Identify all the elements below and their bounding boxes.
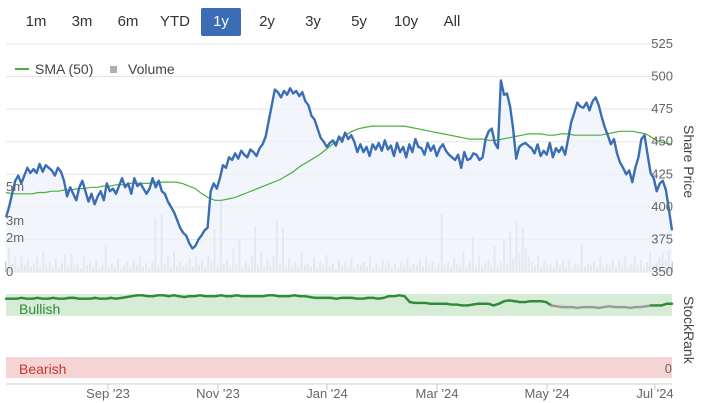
price-axis-title: Share Price xyxy=(681,125,697,198)
price-tick-label: 375 xyxy=(651,231,673,246)
price-tick-label: 500 xyxy=(651,69,673,84)
volume-tick-label: 3m xyxy=(6,213,24,228)
bearish-band xyxy=(6,357,672,378)
volume-tick-label: 5m xyxy=(6,179,24,194)
stockrank-tick-label: 0 xyxy=(665,361,672,376)
volume-tick-label: 2m xyxy=(6,230,24,245)
chart-legend: SMA (50) Volume xyxy=(15,61,175,77)
price-tick-label: 350 xyxy=(651,264,673,279)
legend-sma-label[interactable]: SMA (50) xyxy=(35,61,93,77)
date-axis: Sep '23 Nov '23 Jan '24 Mar '24 May '24 Jul '… xyxy=(6,383,674,401)
legend-volume-label[interactable]: Volume xyxy=(128,61,175,77)
price-tick-label: 450 xyxy=(651,134,673,149)
price-tick-label: 425 xyxy=(651,166,673,181)
price-tick-label: 525 xyxy=(651,36,673,51)
price-tick-label: 475 xyxy=(651,101,673,116)
volume-tick-label: 0 xyxy=(6,264,13,279)
stockrank-axis-title: StockRank xyxy=(681,296,697,365)
legend-volume-swatch xyxy=(110,66,117,73)
x-tick-label: Jan '24 xyxy=(306,386,348,401)
bearish-label: Bearish xyxy=(19,361,66,377)
price-tick-label: 400 xyxy=(651,199,673,214)
x-tick-label: Mar '24 xyxy=(416,386,459,401)
x-tick-label: Nov '23 xyxy=(196,386,240,401)
bullish-label: Bullish xyxy=(19,301,60,317)
x-tick-label: Sep '23 xyxy=(86,386,130,401)
x-tick-label: May '24 xyxy=(524,386,569,401)
stock-chart: 350 375 400 425 450 475 500 525 0 2m 3m 5m SMA (50… xyxy=(4,36,697,401)
stockrank-panel: Bullish Bearish 0 xyxy=(4,294,674,378)
price-axis: 350 375 400 425 450 475 500 525 xyxy=(651,36,673,279)
x-tick-label: Jul '24 xyxy=(636,386,673,401)
